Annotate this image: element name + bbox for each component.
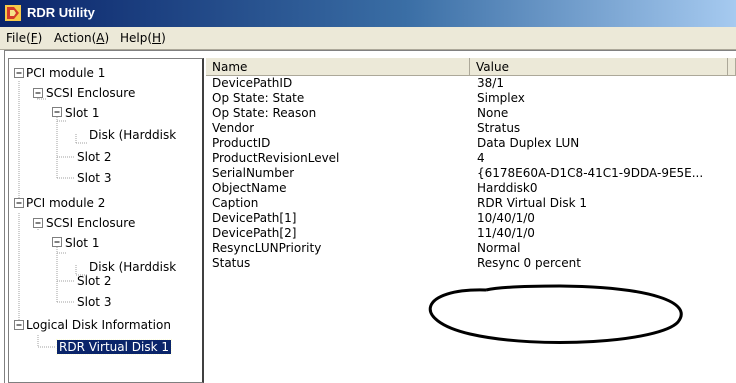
row-value: 4 (477, 151, 485, 165)
tree-node-slot-2b[interactable]: Slot 2 (77, 274, 111, 288)
row-value: 11/40/1/0 (477, 226, 535, 240)
menu-help[interactable]: Help(H) (120, 31, 166, 45)
menu-action[interactable]: Action(A) (54, 31, 109, 45)
row-name: Vendor (212, 121, 255, 135)
row-name: DevicePath[1] (212, 211, 297, 225)
menu-bar: File(F) Action(A) Help(H) (0, 27, 736, 50)
column-header-filler (728, 58, 736, 76)
table-row[interactable]: ProductID Data Duplex LUN (206, 136, 736, 151)
row-value: 10/40/1/0 (477, 211, 535, 225)
table-row[interactable]: SerialNumber {6178E60A-D1C8-41C1-9DDA-9E5… (206, 166, 736, 181)
row-value: Harddisk0 (477, 181, 538, 195)
tree-node-pci-module-2[interactable]: PCI module 2 (26, 196, 105, 210)
row-name: ProductID (212, 136, 271, 150)
title-bar[interactable]: RDR Utility (0, 0, 736, 27)
tree-node-disk-a[interactable]: Disk (Harddisk (89, 128, 176, 142)
row-name: ObjectName (212, 181, 287, 195)
tree-node-scsi-enclosure-2[interactable]: SCSI Enclosure (46, 216, 135, 230)
tree-node-disk-b[interactable]: Disk (Harddisk (89, 260, 176, 274)
tree-node-scsi-enclosure-1[interactable]: SCSI Enclosure (46, 86, 135, 100)
row-value: Simplex (477, 91, 525, 105)
row-value: 38/1 (477, 76, 504, 90)
row-name: Status (212, 256, 251, 270)
row-name: Caption (212, 196, 259, 210)
table-row[interactable]: ObjectName Harddisk0 (206, 181, 736, 196)
column-header-name[interactable]: Name (206, 58, 470, 76)
row-value: None (477, 106, 509, 120)
row-name: ResyncLUNPriority (212, 241, 322, 255)
tree-node-logical-disk-information[interactable]: Logical Disk Information (26, 318, 171, 332)
row-name: DevicePath[2] (212, 226, 297, 240)
row-value: Stratus (477, 121, 521, 135)
row-name: Op State: State (212, 91, 305, 105)
tree-node-rdr-virtual-disk-1[interactable]: RDR Virtual Disk 1 (56, 339, 172, 355)
properties-list[interactable]: Name Value DevicePathID 38/1 Op State: St… (206, 58, 736, 383)
row-name: Op State: Reason (212, 106, 317, 120)
row-name: DevicePathID (212, 76, 293, 90)
table-row[interactable]: Op State: Reason None (206, 106, 736, 121)
tree-node-pci-module-1[interactable]: PCI module 1 (26, 66, 105, 80)
table-row[interactable]: Caption RDR Virtual Disk 1 (206, 196, 736, 211)
row-value: Normal (477, 241, 521, 255)
tree-node-slot-1b[interactable]: Slot 1 (65, 236, 99, 250)
menu-file[interactable]: File(F) (6, 31, 42, 45)
table-row[interactable]: Status Resync 0 percent (206, 256, 736, 271)
tree-node-slot-3a[interactable]: Slot 3 (77, 171, 111, 185)
device-tree[interactable]: PCI module 1 SCSI Enclosure Slot 1 Disk … (8, 58, 204, 383)
row-value: RDR Virtual Disk 1 (477, 196, 587, 210)
row-value: Data Duplex LUN (477, 136, 580, 150)
table-row[interactable]: DevicePathID 38/1 (206, 76, 736, 91)
row-name: ProductRevisionLevel (212, 151, 340, 165)
row-name: SerialNumber (212, 166, 295, 180)
table-row[interactable]: DevicePath[2] 11/40/1/0 (206, 226, 736, 241)
window-title: RDR Utility (27, 5, 95, 20)
row-value: Resync 0 percent (477, 256, 581, 270)
table-row[interactable]: ProductRevisionLevel 4 (206, 151, 736, 166)
column-header-value[interactable]: Value (470, 58, 728, 76)
table-row[interactable]: Op State: State Simplex (206, 91, 736, 106)
rdr-app-icon (5, 5, 21, 21)
table-row[interactable]: ResyncLUNPriority Normal (206, 241, 736, 256)
table-row[interactable]: Vendor Stratus (206, 121, 736, 136)
tree-node-slot-2a[interactable]: Slot 2 (77, 150, 111, 164)
tree-node-slot-3b[interactable]: Slot 3 (77, 295, 111, 309)
table-row[interactable]: DevicePath[1] 10/40/1/0 (206, 211, 736, 226)
row-value: {6178E60A-D1C8-41C1-9DDA-9E5E... (477, 166, 704, 180)
tree-node-slot-1a[interactable]: Slot 1 (65, 106, 99, 120)
